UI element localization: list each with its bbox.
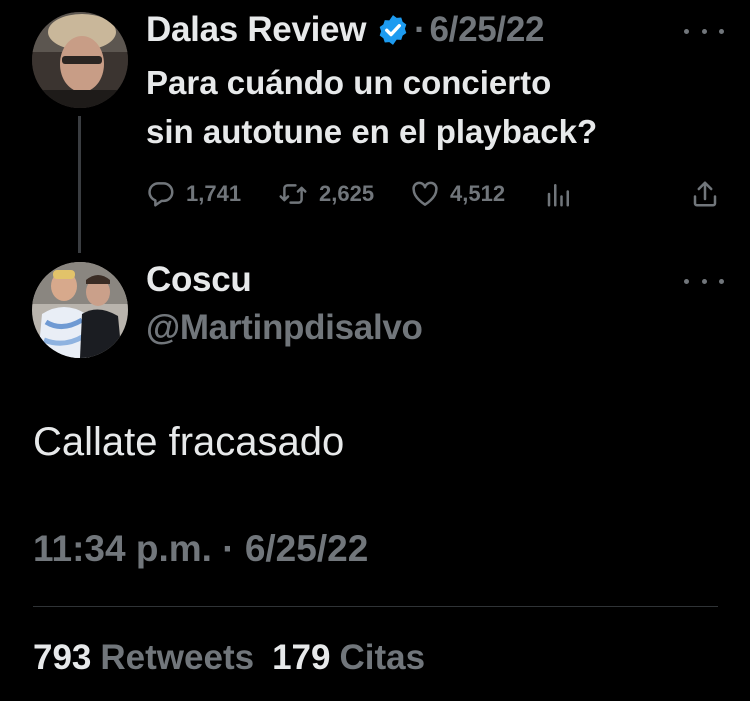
reply-author-handle[interactable]: @Martinpdisalvo	[146, 308, 423, 348]
parent-author-name[interactable]: Dalas Review	[146, 10, 366, 50]
reply-count: 1,741	[186, 181, 242, 206]
retweets-count[interactable]: 793	[33, 638, 91, 678]
parent-tweet-text: Para cuándo un concierto sin autotune en…	[146, 64, 598, 150]
stats-divider	[33, 606, 718, 607]
reply-button[interactable]: 1,741	[146, 174, 241, 214]
reply-author-name[interactable]: Coscu	[146, 260, 252, 300]
quotes-label[interactable]: Citas	[339, 638, 425, 678]
reply-timestamp[interactable]: 11:34 p.m. · 6/25/22	[33, 528, 368, 570]
like-button[interactable]: 4,512	[410, 174, 505, 214]
parent-action-bar: 1,741 2,625 4,512	[144, 174, 724, 214]
like-icon	[412, 181, 438, 206]
analytics-icon	[547, 184, 569, 207]
quotes-count[interactable]: 179	[272, 638, 330, 678]
reply-author-avatar[interactable]	[32, 262, 128, 358]
parent-author-avatar[interactable]	[32, 12, 128, 108]
retweet-button[interactable]: 2,625	[277, 174, 374, 214]
reply-avatar-image	[32, 262, 128, 358]
share-button[interactable]	[690, 174, 730, 214]
thread-connector-line	[78, 116, 81, 253]
reply-tweet-text: Callate fracasado	[33, 420, 345, 464]
retweets-label[interactable]: Retweets	[100, 638, 254, 678]
timestamp-separator: ·	[222, 528, 235, 569]
retweet-count: 2,625	[319, 181, 375, 206]
header-separator: ·	[414, 10, 426, 49]
retweet-icon	[279, 184, 307, 204]
parent-more-options-icon[interactable]	[684, 24, 724, 38]
parent-avatar-image	[32, 12, 128, 108]
reply-time: 11:34 p.m.	[33, 528, 212, 569]
engagement-stats: 793 Retweets 179 Citas	[33, 638, 443, 678]
analytics-button[interactable]	[544, 174, 584, 214]
reply-date: 6/25/22	[244, 528, 369, 569]
like-count: 4,512	[450, 181, 506, 206]
share-icon	[693, 181, 717, 207]
verified-badge-icon	[379, 15, 407, 45]
parent-author-header: Dalas Review · 6/25/22	[146, 8, 544, 52]
parent-tweet-date[interactable]: 6/25/22	[430, 10, 545, 50]
reply-icon	[148, 182, 174, 207]
reply-more-options-icon[interactable]	[684, 274, 724, 288]
